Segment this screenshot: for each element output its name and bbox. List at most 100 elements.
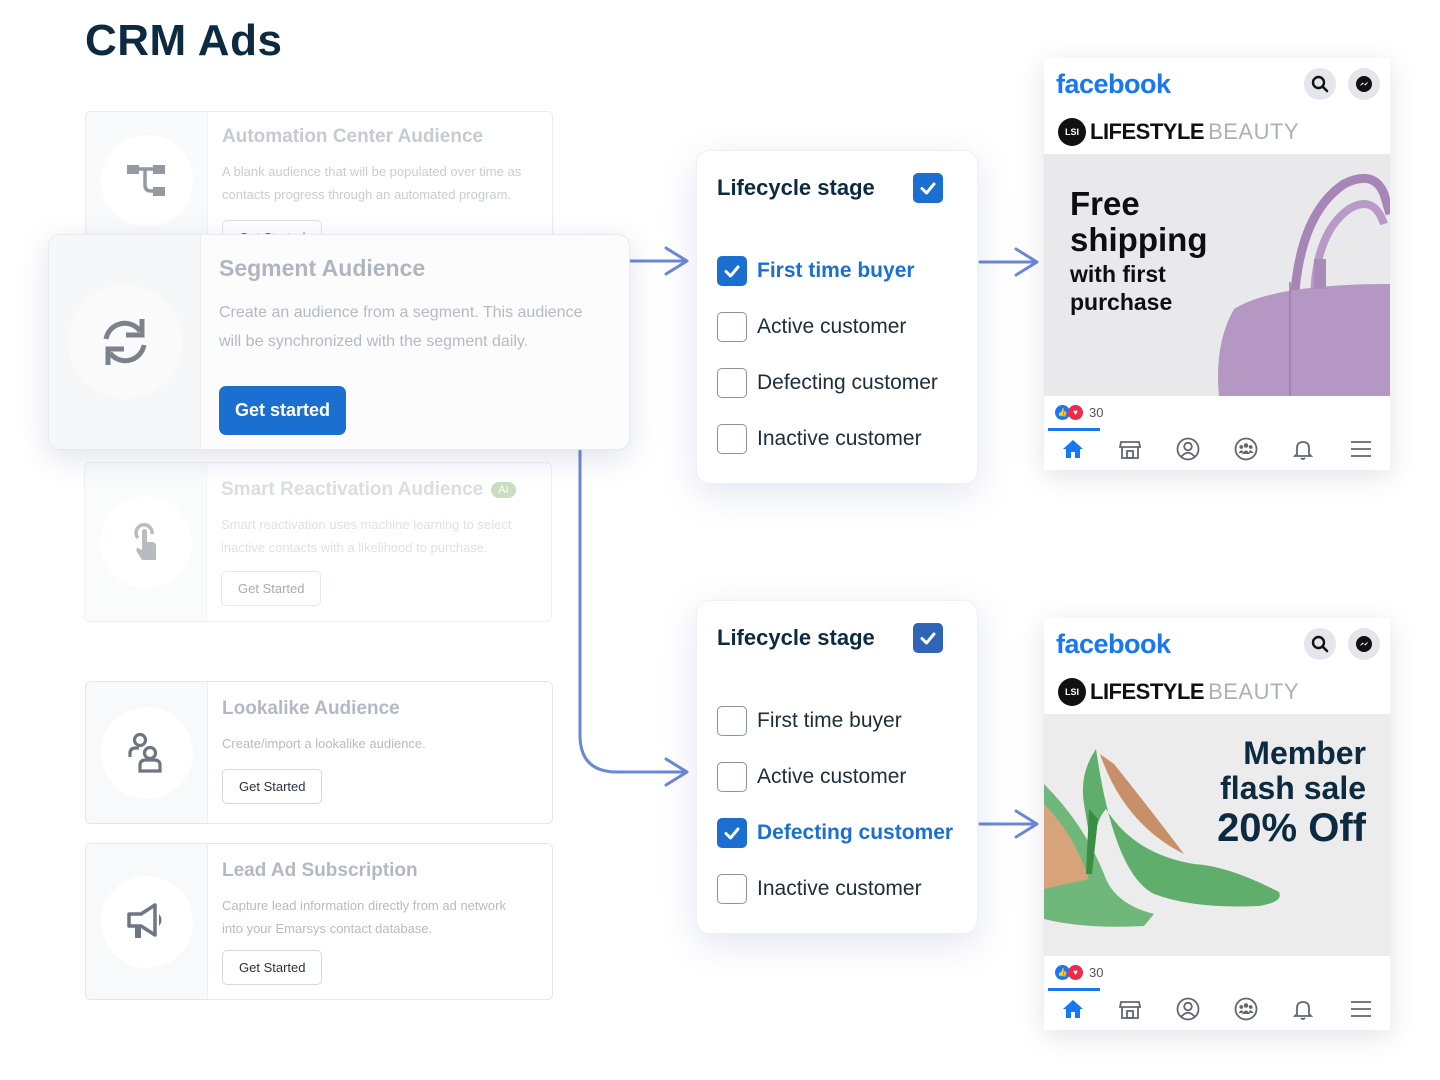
headline-line: Free [1070,185,1140,222]
option-label: Inactive customer [757,427,922,450]
megaphone-icon [126,902,161,938]
check-icon [724,265,740,278]
reaction-count: 30 [1089,964,1104,980]
desc-line: Capture lead information directly from a… [222,898,506,913]
icon-circle [99,496,192,588]
desc-line: Create an audience from a segment. This … [219,304,583,321]
check-icon [724,827,740,840]
card-description: A blank audience that will be populated … [222,160,521,206]
arrow-panel1-to-ad1 [978,247,1039,277]
brand-name-primary: LIFESTYLE [1090,119,1205,144]
messenger-button[interactable] [1348,68,1380,100]
checkbox[interactable] [717,368,747,398]
headline-line: Member [1243,735,1366,771]
marketplace-icon[interactable] [1117,436,1143,462]
audience-card-automation[interactable]: Automation Center Audience A blank audie… [85,111,553,251]
option-inactive-customer[interactable]: Inactive customer [717,861,957,917]
card-icon-area [86,112,208,250]
option-active-customer[interactable]: Active customer [717,749,957,805]
ad-offer: 20% Off [1217,806,1366,850]
checkbox[interactable] [717,706,747,736]
card-icon-area [85,463,207,621]
card-title: Lead Ad Subscription [222,860,418,881]
users-icon [127,732,162,773]
ad-headline: Member flash sale [1220,736,1366,806]
notifications-icon[interactable] [1290,436,1316,462]
menu-icon[interactable] [1348,436,1374,462]
get-started-button[interactable]: Get Started [222,950,323,985]
option-label: First time buyer [757,259,915,282]
checkbox[interactable] [717,424,747,454]
card-title: Automation Center Audience [222,126,484,147]
love-icon: ♥ [1068,404,1083,420]
option-label: Inactive customer [757,877,922,900]
messenger-icon [1356,636,1372,652]
desc-line: inactive contacts with a likelihood to p… [221,540,488,555]
headline-line: flash sale [1220,770,1366,806]
ad-creative[interactable]: Member flash sale 20% Off [1044,714,1390,956]
checkbox[interactable] [717,312,747,342]
card-description: Create/import a lookalike audience. [222,732,426,755]
option-label: First time buyer [757,709,902,732]
facebook-logo: facebook [1056,68,1171,99]
messenger-button[interactable] [1348,628,1380,660]
search-button[interactable] [1303,68,1336,100]
option-active-customer[interactable]: Active customer [717,299,957,355]
checkbox[interactable] [717,874,747,904]
advertiser-brand: LSI LIFESTYLE BEAUTY [1044,110,1390,154]
audience-card-smart-reactivation[interactable]: Smart Reactivation Audience AI Smart rea… [84,462,552,622]
option-defecting-customer[interactable]: Defecting customer [717,355,957,411]
ai-badge: AI [491,482,516,498]
groups-icon[interactable] [1233,996,1259,1022]
facebook-bottom-nav [1044,428,1390,470]
ad-creative[interactable]: Free shipping with first purchase [1044,154,1390,396]
card-icon-area [86,682,208,823]
groups-icon[interactable] [1233,436,1259,462]
reactions-bar[interactable]: 👍 ♥ 30 [1044,956,1390,988]
checkbox[interactable] [717,818,747,848]
option-first-time-buyer[interactable]: First time buyer [717,243,957,299]
profile-icon[interactable] [1175,436,1201,462]
check-icon [920,182,936,195]
select-all-checkbox[interactable] [913,173,943,203]
get-started-button[interactable]: Get started [219,386,347,435]
option-inactive-customer[interactable]: Inactive customer [717,411,957,467]
active-tab-indicator [1048,428,1100,431]
option-defecting-customer[interactable]: Defecting customer [717,805,957,861]
home-icon[interactable] [1060,996,1086,1022]
facebook-ad-preview-free-shipping: facebook LSI LIFESTYLE BEAUTY Free shipp… [1044,58,1390,470]
ad-headline: Free shipping [1070,186,1207,258]
desc-line: A blank audience that will be populated … [222,164,522,179]
lifecycle-panel-first-time-buyer: Lifecycle stage First time buyer Active … [696,150,978,484]
option-label: Defecting customer [757,371,938,394]
notifications-icon[interactable] [1290,996,1316,1022]
card-description: Create an audience from a segment. This … [219,298,582,356]
profile-icon[interactable] [1175,996,1201,1022]
menu-icon[interactable] [1348,996,1374,1022]
audience-card-segment[interactable]: Segment Audience Create an audience from… [48,234,630,450]
get-started-button[interactable]: Get Started [222,769,323,804]
checkbox[interactable] [717,762,747,792]
facebook-bottom-nav [1044,988,1390,1030]
card-title: Segment Audience [219,255,426,281]
card-title-row: Smart Reactivation Audience AI [221,479,516,501]
arrow-segment-to-panel1 [628,246,689,276]
checkbox[interactable] [717,256,747,286]
active-tab-indicator [1048,988,1100,991]
search-button[interactable] [1303,628,1336,660]
select-all-checkbox[interactable] [913,623,943,653]
option-first-time-buyer[interactable]: First time buyer [717,693,957,749]
card-icon-area [86,844,208,999]
search-icon [1311,635,1328,653]
reactions-bar[interactable]: 👍 ♥ 30 [1044,396,1390,428]
audience-card-lookalike[interactable]: Lookalike Audience Create/import a looka… [85,681,553,824]
get-started-button[interactable]: Get Started [221,571,322,606]
audience-card-lead-ad[interactable]: Lead Ad Subscription Capture lead inform… [85,843,553,1000]
marketplace-icon[interactable] [1117,996,1143,1022]
desc-line: Smart reactivation uses machine learning… [221,517,512,532]
sync-icon [103,319,146,365]
reaction-count: 30 [1089,404,1104,420]
subline-line: purchase [1070,289,1173,315]
facebook-ad-preview-flash-sale: facebook LSI LIFESTYLE BEAUTY Member fla… [1044,618,1390,1030]
home-icon[interactable] [1060,436,1086,462]
